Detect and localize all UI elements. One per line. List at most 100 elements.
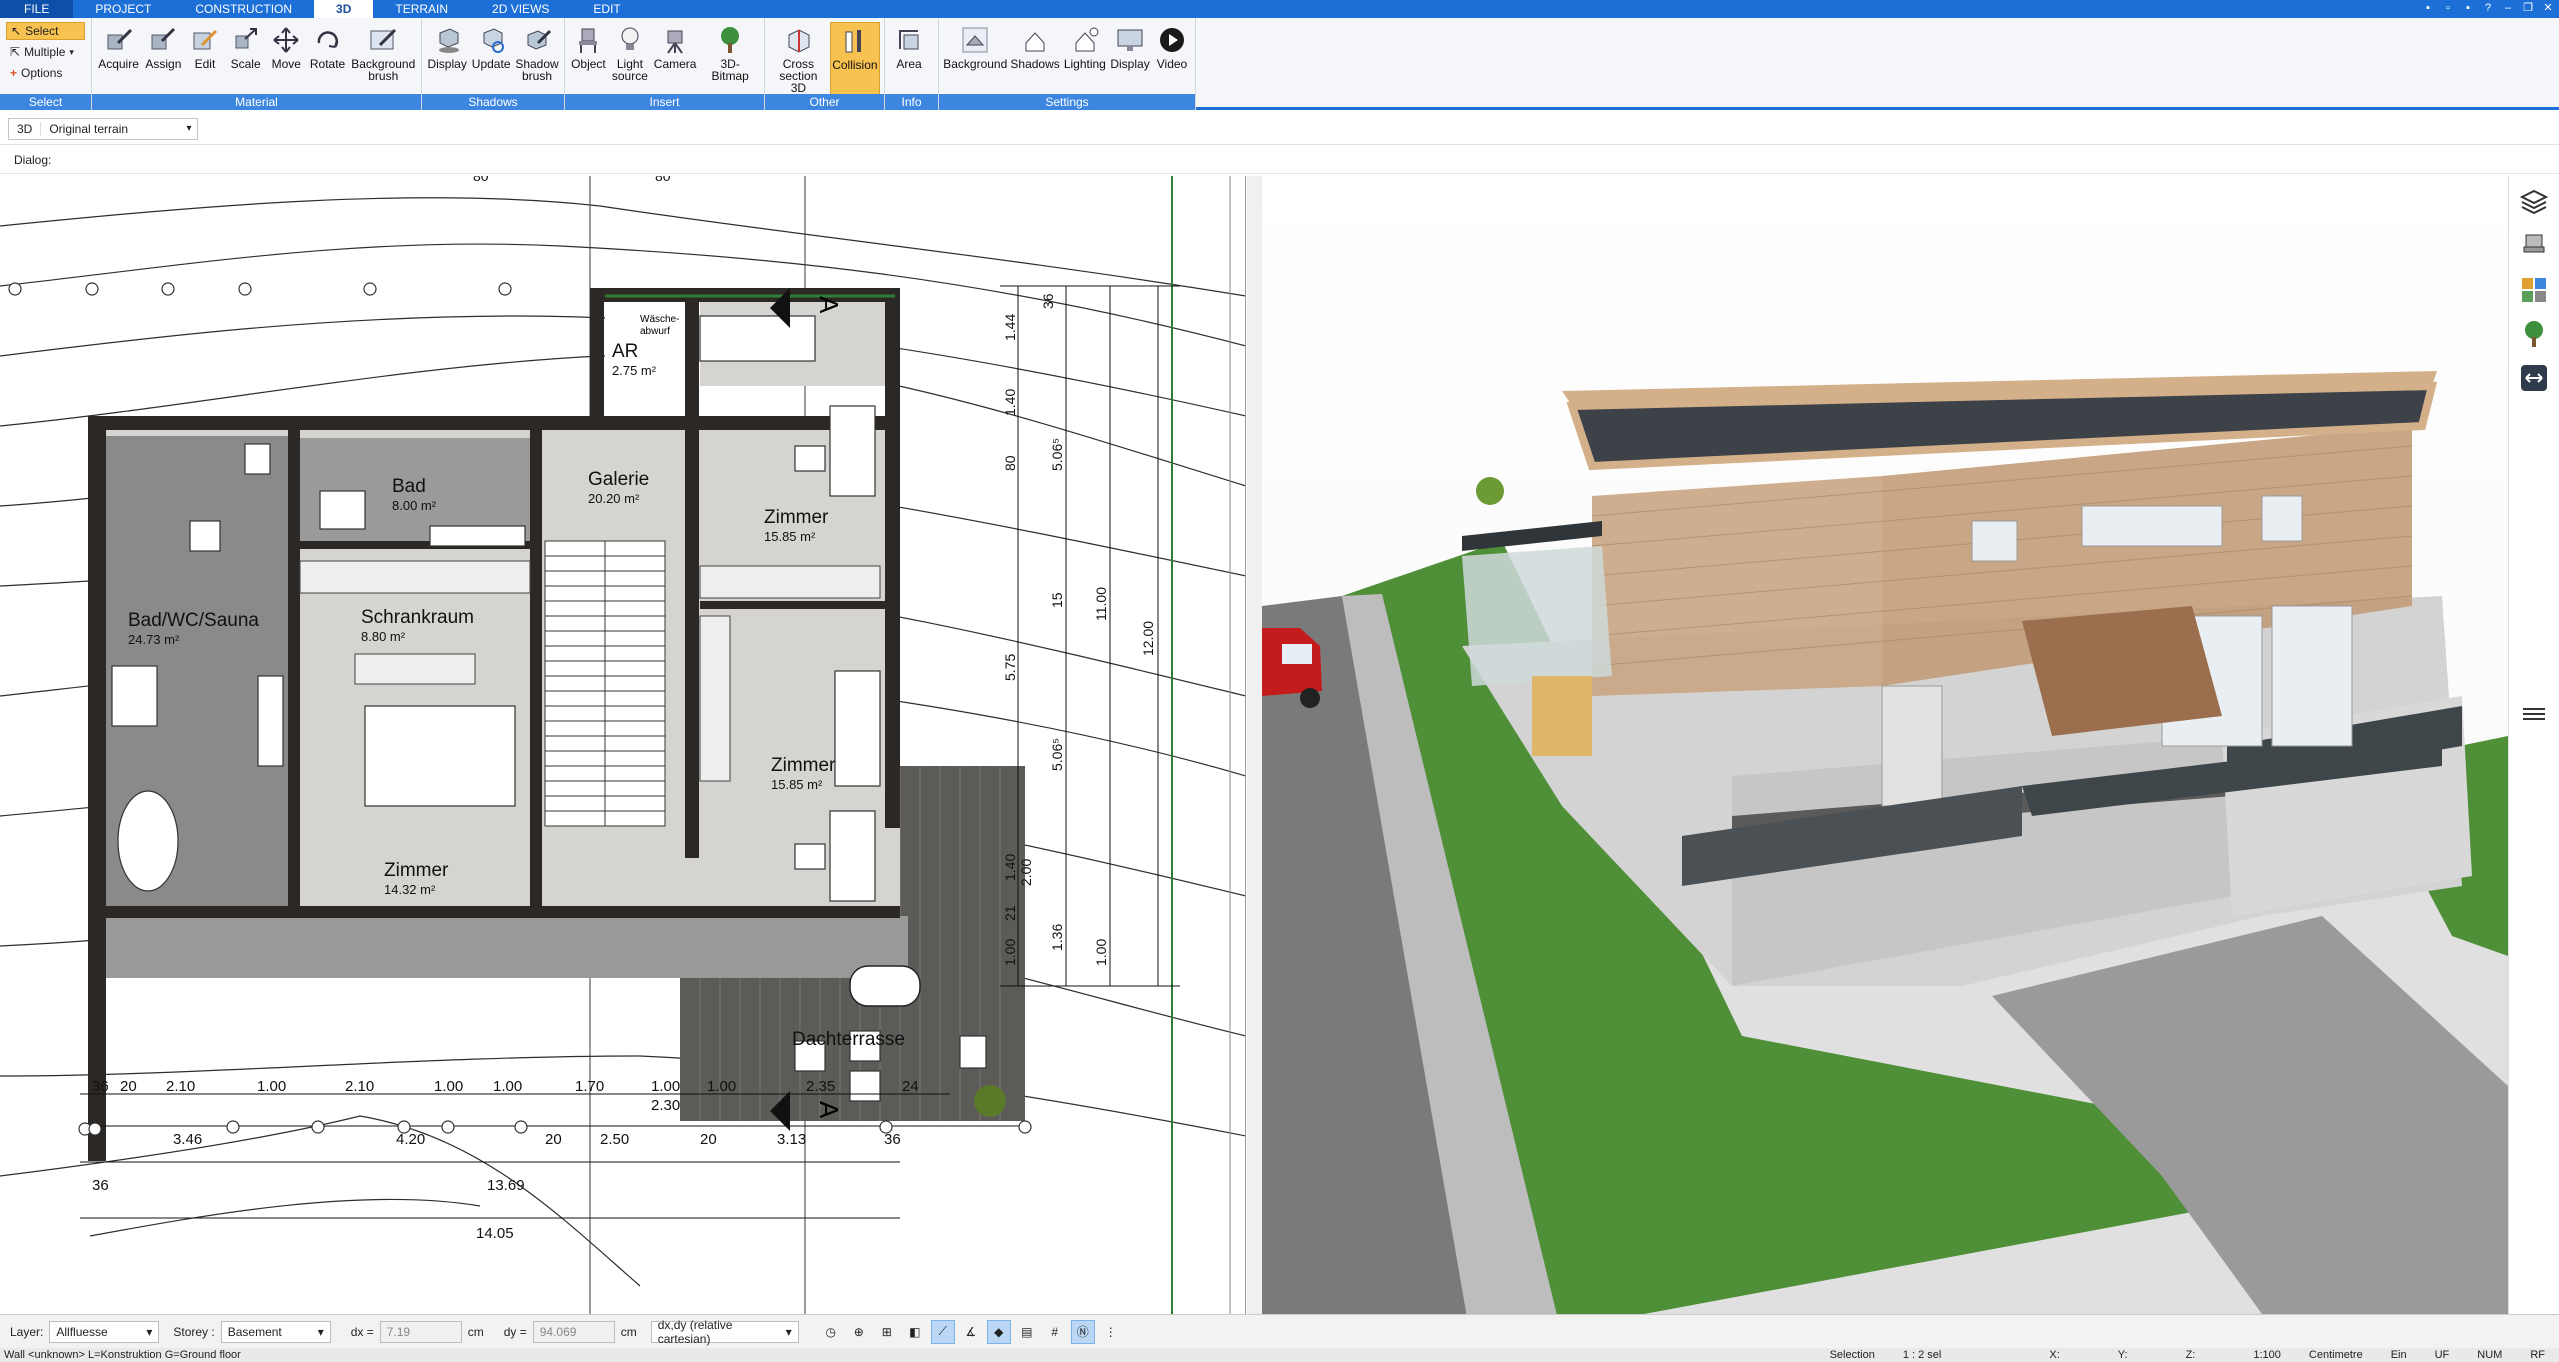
view-splitter[interactable] bbox=[1247, 176, 1262, 1314]
materials-icon[interactable] bbox=[2516, 272, 2552, 308]
layers-icon[interactable] bbox=[2516, 184, 2552, 220]
right-sidebar bbox=[2508, 176, 2559, 1314]
options-button[interactable]: + Options bbox=[6, 64, 85, 82]
floor-plan-view[interactable]: A A AR 2.75 m² Bad 8.00 m² Galerie 20.20… bbox=[0, 176, 1246, 1314]
edit-material-button[interactable]: Edit bbox=[186, 22, 225, 84]
area-button[interactable]: Area bbox=[889, 22, 929, 72]
shadow-update-button[interactable]: Update bbox=[470, 22, 512, 84]
lighting-settings-button[interactable]: Lighting bbox=[1063, 22, 1107, 72]
help-icon[interactable]: ? bbox=[2481, 1, 2495, 15]
insert-object-button[interactable]: Object bbox=[569, 22, 608, 84]
dim-b1-9: 1.00 bbox=[707, 1078, 736, 1095]
tab-terrain[interactable]: TERRAIN bbox=[373, 0, 470, 18]
group-settings: Background Shadows Lighting Display Vide… bbox=[939, 18, 1196, 110]
view-name: Original terrain bbox=[49, 121, 129, 136]
shadows-settings-button[interactable]: Shadows bbox=[1010, 22, 1061, 72]
dim-b1-10: 2.35 bbox=[806, 1078, 835, 1095]
acquire-button[interactable]: Acquire bbox=[96, 22, 141, 84]
snap-surface-icon[interactable]: ▤ bbox=[1015, 1320, 1039, 1344]
plus-icon: + bbox=[10, 66, 18, 80]
view-select[interactable]: 3D Original terrain ▾ bbox=[8, 117, 198, 140]
select-button[interactable]: ↖ Select bbox=[6, 22, 85, 40]
pointer-icon: ↖ bbox=[11, 24, 22, 38]
dim-text-right: 36 1.44 1.40 80 5.06⁵ 15 11.00 12.00 5.7… bbox=[1002, 293, 1156, 966]
move-button[interactable]: Move bbox=[267, 22, 306, 84]
plants-icon[interactable] bbox=[2516, 316, 2552, 352]
dy-input[interactable]: 94.069 bbox=[532, 1320, 615, 1343]
tab-edit[interactable]: EDIT bbox=[571, 0, 642, 18]
bitmap-3d-button[interactable]: 3D-Bitmap bbox=[700, 22, 760, 84]
window-controls: ▪ ▫ ▪ ? – ❐ ✕ bbox=[2421, 1, 2555, 15]
3d-view[interactable] bbox=[1262, 176, 2508, 1314]
display-settings-label: Display bbox=[1110, 57, 1150, 71]
display-settings-button[interactable]: Display bbox=[1109, 22, 1151, 72]
view-prefix: 3D bbox=[9, 121, 42, 136]
dim-right-10: 1.40 bbox=[1002, 854, 1018, 881]
snap-angle-icon[interactable]: ∡ bbox=[959, 1320, 983, 1344]
background-settings-label: Background bbox=[943, 57, 1008, 71]
shadow-brush-button[interactable]: Shadow brush bbox=[514, 22, 560, 84]
cross-section-3d-button[interactable]: Cross section 3D bbox=[769, 22, 828, 96]
status-y: Y: bbox=[2117, 1349, 2128, 1361]
clock-icon[interactable]: ◷ bbox=[819, 1320, 843, 1344]
tab-file[interactable]: FILE bbox=[0, 0, 74, 18]
qa-icon-3[interactable]: ▪ bbox=[2461, 1, 2475, 15]
minimize-icon[interactable]: – bbox=[2501, 1, 2515, 15]
group-shadows-name: Shadows bbox=[422, 94, 564, 110]
layer-select[interactable]: Allfluesse ▾ bbox=[49, 1320, 160, 1343]
snap-object-icon[interactable]: ◧ bbox=[903, 1320, 927, 1344]
rotate-icon bbox=[311, 24, 345, 56]
light-source-button[interactable]: Light source bbox=[610, 22, 650, 84]
dx-input[interactable]: 7.19 bbox=[379, 1320, 462, 1343]
scale-button[interactable]: Scale bbox=[226, 22, 265, 84]
room-zimmer-3-area: 14.32 m² bbox=[384, 882, 436, 897]
dimensions: 80 80 bbox=[473, 176, 671, 184]
dim-b2-2: 20 bbox=[545, 1131, 562, 1148]
collision-button[interactable]: Collision bbox=[829, 22, 880, 96]
shadow-display-button[interactable]: Display bbox=[426, 22, 468, 84]
dim-right-5: 15 bbox=[1049, 592, 1065, 608]
dim-b2-0: 3.46 bbox=[173, 1131, 202, 1148]
multiple-label: Multiple bbox=[24, 45, 66, 59]
layer-value: Allfluesse bbox=[56, 1324, 108, 1339]
acquire-label: Acquire bbox=[98, 57, 139, 71]
multiple-button[interactable]: ⇱ Multiple ▾ bbox=[6, 43, 85, 61]
video-button[interactable]: Video bbox=[1153, 22, 1191, 72]
qa-icon-1[interactable]: ▪ bbox=[2421, 1, 2435, 15]
group-select-name: Select bbox=[0, 94, 91, 110]
background-brush-button[interactable]: Background brush bbox=[350, 22, 417, 84]
house-background-icon bbox=[958, 24, 992, 56]
snap-edge-icon[interactable]: ◆ bbox=[986, 1319, 1011, 1344]
coord-mode-select[interactable]: dx,dy (relative cartesian) ▾ bbox=[650, 1318, 799, 1346]
storey-select[interactable]: Basement ▾ bbox=[220, 1320, 331, 1343]
snap-line-icon[interactable]: ⟋ bbox=[930, 1319, 955, 1344]
assign-button[interactable]: Assign bbox=[143, 22, 184, 84]
close-icon[interactable]: ✕ bbox=[2541, 1, 2555, 15]
tab-project[interactable]: PROJECT bbox=[73, 0, 173, 18]
snap-point-icon[interactable]: ⊕ bbox=[847, 1320, 871, 1344]
tab-3d[interactable]: 3D bbox=[314, 0, 374, 18]
rotate-button[interactable]: Rotate bbox=[308, 22, 348, 84]
status-rf: RF bbox=[2530, 1349, 2545, 1361]
tab-2d-views[interactable]: 2D VIEWS bbox=[470, 0, 571, 18]
north-icon[interactable]: Ⓝ bbox=[1070, 1319, 1095, 1344]
camera-button[interactable]: Camera bbox=[652, 22, 698, 84]
grid-icon[interactable]: # bbox=[1043, 1320, 1067, 1344]
panel-toggle-icon[interactable] bbox=[2516, 696, 2552, 732]
tab-construction[interactable]: CONSTRUCTION bbox=[173, 0, 314, 18]
snap-grid-icon[interactable]: ⊞ bbox=[875, 1320, 899, 1344]
restore-icon[interactable]: ❐ bbox=[2521, 1, 2535, 15]
furniture-icon[interactable] bbox=[2516, 228, 2552, 264]
dimension-icon[interactable] bbox=[2516, 360, 2552, 396]
shadow-brush-label: Shadow brush bbox=[515, 57, 559, 83]
qa-icon-2[interactable]: ▫ bbox=[2441, 1, 2455, 15]
background-settings-button[interactable]: Background bbox=[943, 22, 1008, 72]
dim-b1-0: 36 bbox=[92, 1078, 109, 1095]
planter-icon bbox=[974, 1085, 1006, 1117]
more-options-icon[interactable]: ⋮ bbox=[1099, 1320, 1123, 1344]
ribbon-tab-bar: FILE PROJECT CONSTRUCTION 3D TERRAIN 2D … bbox=[0, 0, 2559, 18]
room-sauna-name: Bad/WC/Sauna bbox=[128, 610, 259, 631]
room-galerie-name: Galerie bbox=[588, 469, 649, 490]
dim-b1-6: 1.00 bbox=[493, 1078, 522, 1095]
status-left: Wall <unknown> L=Konstruktion G=Ground f… bbox=[4, 1349, 241, 1361]
